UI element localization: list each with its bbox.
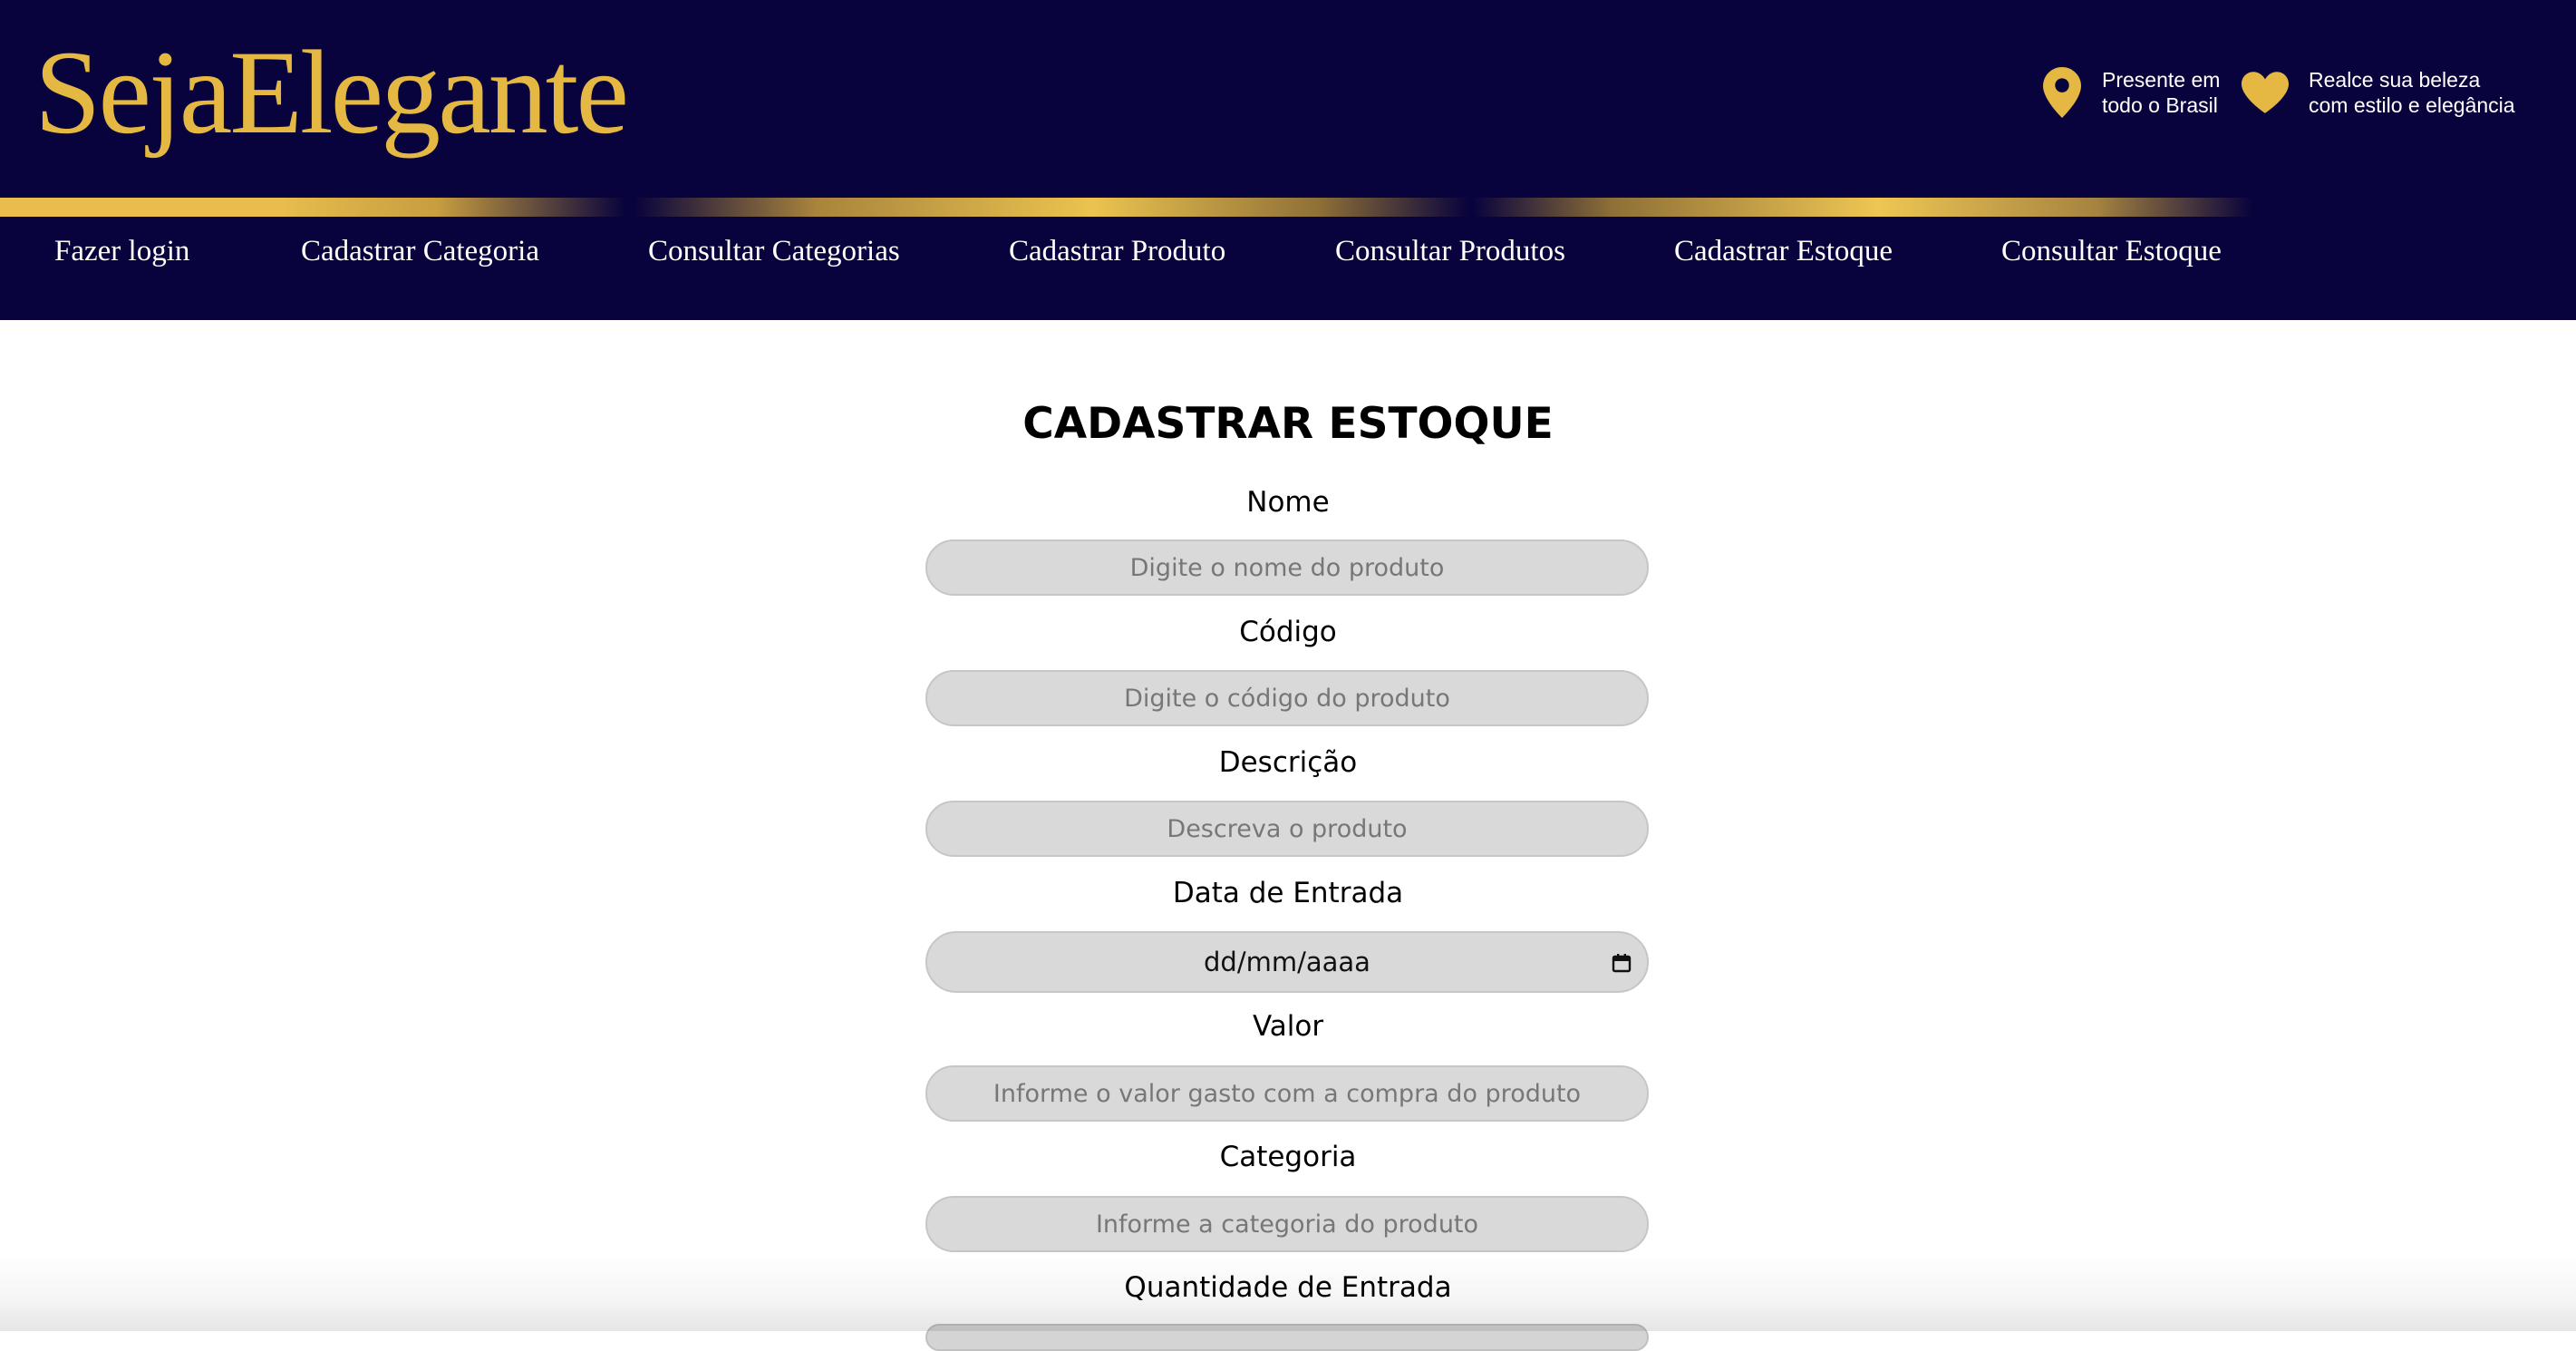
beauty-text: Realce sua beleza com estilo e elegância [2309, 67, 2515, 118]
map-pin-icon [2043, 67, 2081, 118]
nome-label: Nome [1246, 486, 1330, 519]
nav-consultar-categorias[interactable]: Consultar Categorias [648, 228, 900, 274]
nav-cadastrar-estoque[interactable]: Cadastrar Estoque [1674, 228, 1893, 274]
nav-consultar-produtos[interactable]: Consultar Produtos [1335, 228, 1565, 274]
nav-consultar-estoque[interactable]: Consultar Estoque [2001, 228, 2222, 274]
site-logo[interactable]: SejaElegante [34, 20, 629, 165]
nav-cadastrar-produto[interactable]: Cadastrar Produto [1009, 228, 1225, 274]
site-header: SejaElegante Presente em todo o Brasil R… [0, 0, 2576, 320]
quantidade-entrada-input[interactable] [925, 1324, 1649, 1351]
presence-line-2: todo o Brasil [2102, 93, 2218, 117]
beauty-line-2: com estilo e elegância [2309, 93, 2515, 117]
beauty-line-1: Realce sua beleza [2309, 68, 2481, 92]
valor-input[interactable] [925, 1065, 1649, 1122]
nome-input[interactable] [925, 539, 1649, 596]
nav-fazer-login[interactable]: Fazer login [54, 228, 189, 274]
categoria-input[interactable] [925, 1196, 1649, 1252]
calendar-icon[interactable] [1611, 952, 1632, 974]
descricao-label: Descrição [1218, 746, 1358, 779]
codigo-input[interactable] [925, 670, 1649, 726]
valor-label: Valor [1252, 1010, 1324, 1043]
categoria-label: Categoria [1219, 1141, 1357, 1173]
codigo-label: Código [1239, 616, 1337, 648]
presence-info: Presente em todo o Brasil [2042, 67, 2220, 118]
descricao-input[interactable] [925, 801, 1649, 857]
heart-icon [2242, 72, 2289, 113]
presence-text: Presente em todo o Brasil [2102, 67, 2220, 118]
data-entrada-label: Data de Entrada [1172, 877, 1404, 909]
page-title: CADASTRAR ESTOQUE [1022, 399, 1554, 449]
data-entrada-input[interactable]: dd/mm/aaaa [925, 931, 1649, 993]
beauty-info: Realce sua beleza com estilo e elegância [2242, 67, 2515, 118]
gold-divider [634, 198, 1468, 217]
quantidade-entrada-label: Quantidade de Entrada [1124, 1271, 1452, 1304]
date-value: dd/mm/aaaa [1204, 947, 1370, 977]
nav-cadastrar-categoria[interactable]: Cadastrar Categoria [301, 228, 539, 274]
presence-line-1: Presente em [2102, 68, 2221, 92]
gold-divider [1473, 198, 2252, 217]
gold-divider [0, 198, 625, 217]
